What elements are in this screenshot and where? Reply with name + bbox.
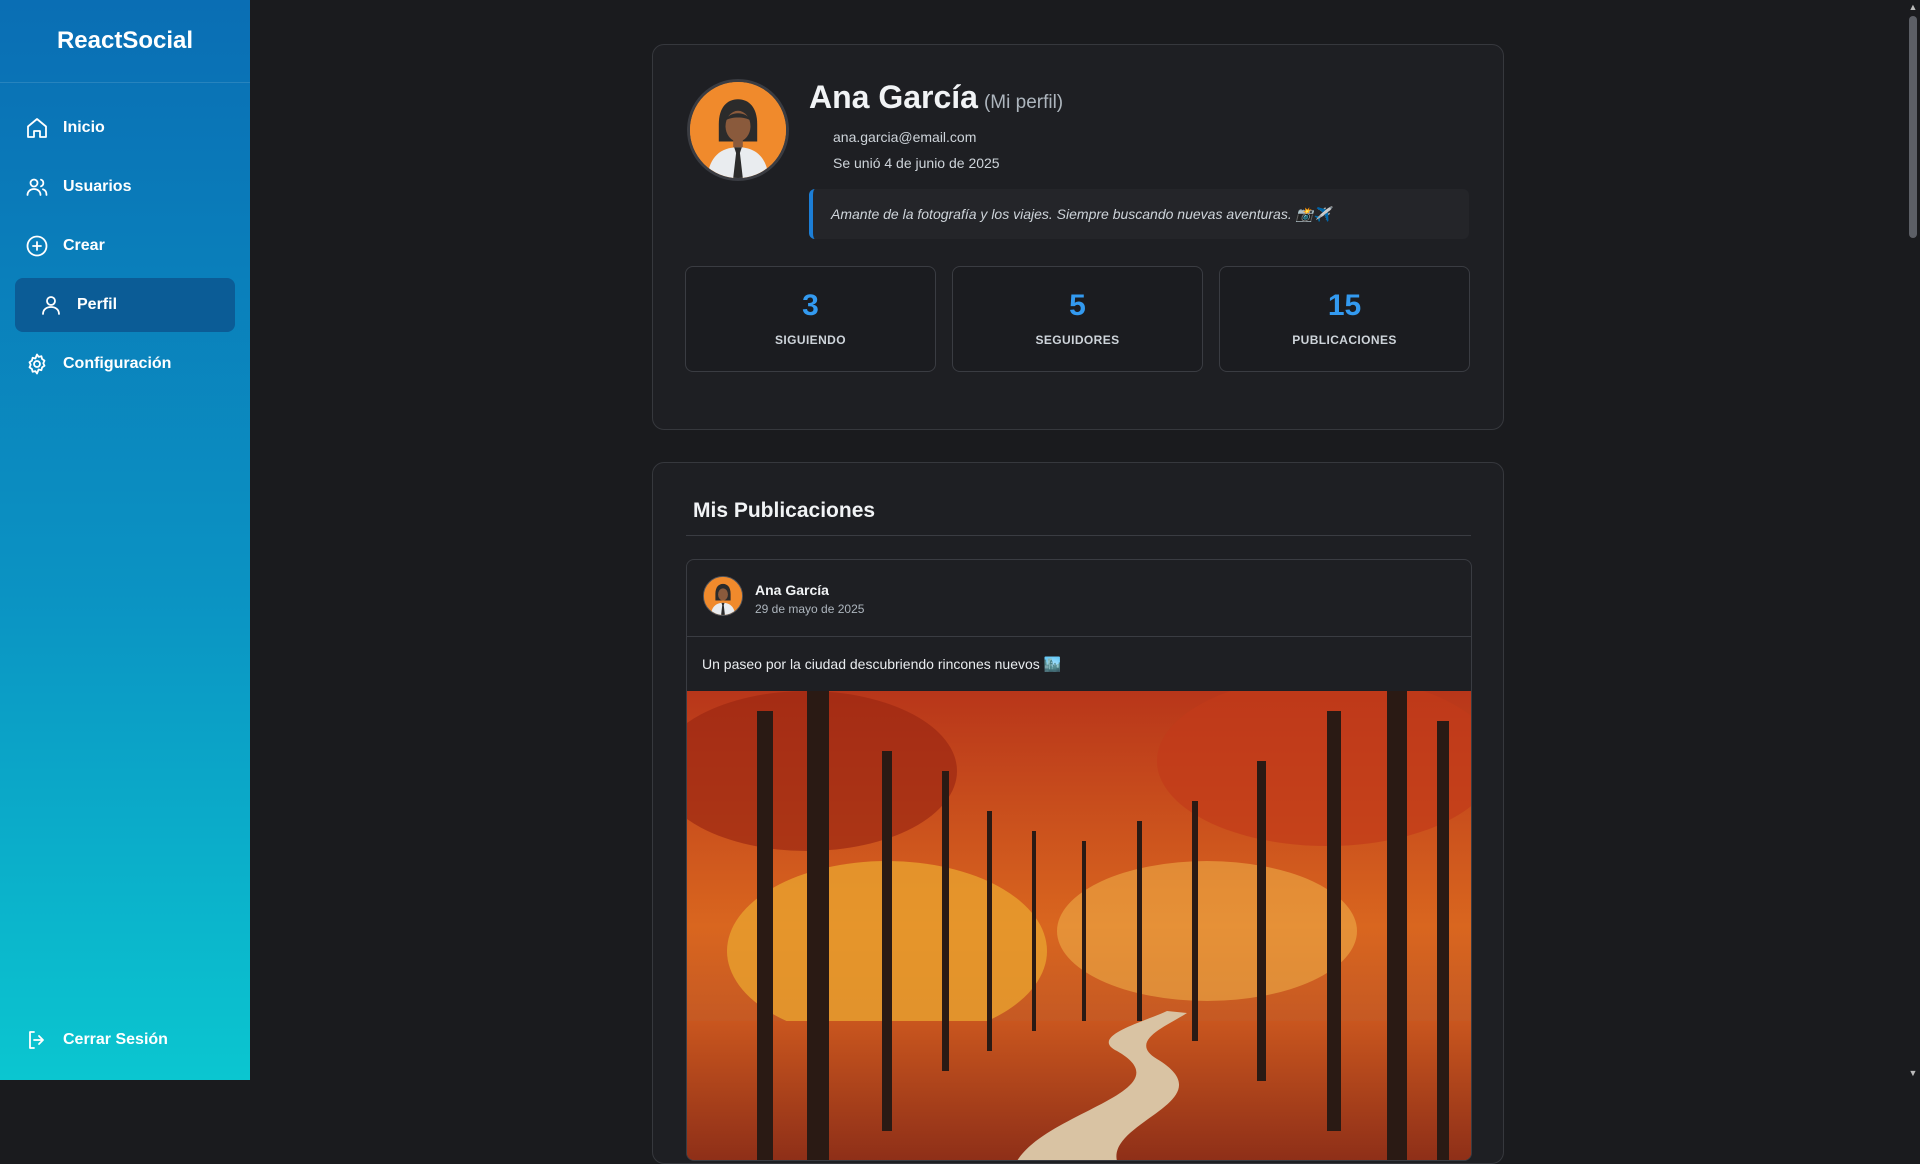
scroll-up-arrow-icon[interactable]: ▲ xyxy=(1908,2,1918,12)
post-author-avatar[interactable] xyxy=(703,576,743,616)
stat-value: 5 xyxy=(1069,289,1086,322)
sidebar-item-label: Configuración xyxy=(63,355,172,372)
profile-email: ana.garcia@email.com xyxy=(833,129,977,145)
posts-card: Mis Publicaciones Ana García 29 de mayo … xyxy=(652,462,1504,1164)
logout-label: Cerrar Sesión xyxy=(63,1031,168,1048)
stat-posts[interactable]: 15 PUBLICACIONES xyxy=(1219,266,1470,372)
profile-bio: Amante de la fotografía y los viajes. Si… xyxy=(809,189,1469,239)
stat-value: 3 xyxy=(802,289,819,322)
post-text: Un paseo por la ciudad descubriendo rinc… xyxy=(702,656,1062,672)
sidebar-item-perfil[interactable]: Perfil xyxy=(15,278,235,332)
logout-button[interactable]: Cerrar Sesión xyxy=(15,1015,235,1065)
post-header: Ana García 29 de mayo de 2025 xyxy=(687,560,1471,637)
scroll-down-arrow-icon[interactable]: ▼ xyxy=(1908,1068,1918,1078)
post-card: Ana García 29 de mayo de 2025 Un paseo p… xyxy=(686,559,1472,1161)
post-date: 29 de mayo de 2025 xyxy=(755,602,865,616)
stat-followers[interactable]: 5 SEGUIDORES xyxy=(952,266,1203,372)
profile-avatar xyxy=(687,79,789,181)
stat-value: 15 xyxy=(1327,289,1362,322)
brand-logo[interactable]: ReactSocial xyxy=(0,0,250,83)
profile-bio-text: Amante de la fotografía y los viajes. Si… xyxy=(831,205,1331,222)
stat-label: PUBLICACIONES xyxy=(1292,333,1397,347)
home-icon xyxy=(27,118,47,138)
user-icon xyxy=(42,296,60,315)
page-scrollbar[interactable]: ▲ ▼ xyxy=(1906,0,1920,1080)
sidebar-item-crear[interactable]: Crear xyxy=(15,219,235,273)
posts-section-title: Mis Publicaciones xyxy=(693,499,876,522)
sidebar-item-usuarios[interactable]: Usuarios xyxy=(15,160,235,214)
divider xyxy=(686,535,1471,536)
post-author-name[interactable]: Ana García xyxy=(755,582,829,598)
sidebar-item-label: Usuarios xyxy=(63,178,132,195)
scroll-thumb[interactable] xyxy=(1909,16,1917,238)
users-icon xyxy=(26,178,48,196)
stat-label: SEGUIDORES xyxy=(1035,333,1120,347)
profile-joined-date: Se unió 4 de junio de 2025 xyxy=(833,155,1000,171)
sidebar: ReactSocial Inicio Usuarios Crear Perfil… xyxy=(0,0,250,1080)
sidebar-nav: Inicio Usuarios Crear Perfil Configuraci… xyxy=(0,83,250,391)
stat-label: SIGUIENDO xyxy=(775,333,846,347)
sidebar-item-label: Perfil xyxy=(77,296,118,313)
sidebar-item-label: Inicio xyxy=(63,119,105,136)
post-image[interactable] xyxy=(687,691,1471,1161)
profile-name: Ana García xyxy=(809,79,978,115)
profile-card: Ana García (Mi perfil) ana.garcia@email.… xyxy=(652,44,1504,430)
avatar-illustration-icon xyxy=(704,577,742,615)
sidebar-item-label: Crear xyxy=(63,237,105,254)
profile-name-row: Ana García (Mi perfil) xyxy=(809,79,1063,116)
plus-circle-icon xyxy=(26,235,48,257)
logout-icon xyxy=(29,1031,44,1049)
gear-icon xyxy=(28,353,46,375)
sidebar-item-configuracion[interactable]: Configuración xyxy=(15,337,235,391)
avatar-illustration-icon xyxy=(690,82,786,178)
sidebar-item-inicio[interactable]: Inicio xyxy=(15,101,235,155)
main-content: Ana García (Mi perfil) ana.garcia@email.… xyxy=(250,0,1920,1164)
my-profile-tag: (Mi perfil) xyxy=(983,92,1064,113)
stat-following[interactable]: 3 SIGUIENDO xyxy=(685,266,936,372)
